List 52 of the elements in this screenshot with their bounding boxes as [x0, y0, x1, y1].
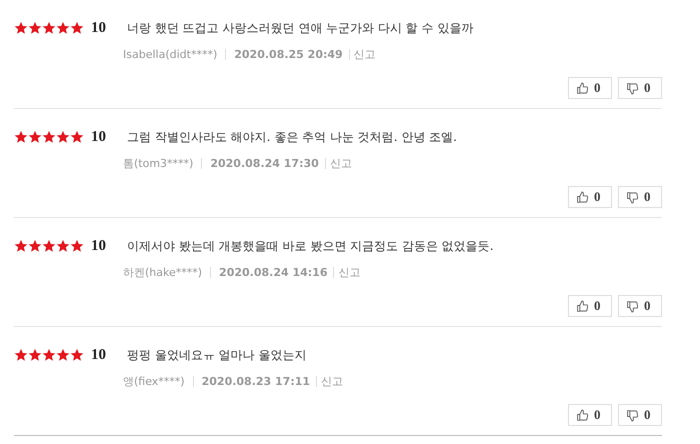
review-date: 2020.08.24 14:16: [219, 266, 328, 278]
review-text: 너랑 했던 뜨겁고 사랑스러웠던 연애 누군가와 다시 할 수 있을까: [127, 20, 474, 36]
author-name: 톰(tom3****): [123, 156, 194, 170]
star-icon: [70, 130, 84, 144]
review-text: 그럼 작별인사라도 해야지. 좋은 추억 나눈 것처럼. 안녕 조엘.: [127, 128, 457, 146]
star-icon: [42, 21, 56, 35]
star-icon: [28, 130, 42, 144]
thumbs-up-icon: [576, 190, 589, 204]
review-date: 2020.08.25 20:49: [234, 48, 343, 60]
star-icon: [42, 348, 56, 362]
star-icon: [70, 21, 84, 35]
dislike-button[interactable]: 0: [618, 295, 662, 317]
star-icon: [70, 348, 84, 362]
star-icon: [28, 348, 42, 362]
like-button[interactable]: 0: [568, 186, 612, 208]
thumbs-up-icon: [576, 408, 589, 422]
star-icon: [14, 21, 28, 35]
like-button[interactable]: 0: [568, 77, 612, 99]
review-text: 이제서야 봤는데 개봉했을때 바로 봤으면 지금정도 감동은 없었을듯.: [127, 238, 494, 254]
like-button[interactable]: 0: [568, 404, 612, 426]
dislike-button[interactable]: 0: [618, 404, 662, 426]
rating-score: 10: [91, 128, 107, 146]
star-icon: [28, 21, 42, 35]
star-icon: [70, 239, 84, 253]
star-icon: [56, 348, 70, 362]
thumbs-up-icon: [576, 300, 589, 312]
review-date: 2020.08.24 17:30: [210, 156, 319, 170]
dislike-button[interactable]: 0: [618, 186, 662, 208]
star-icon: [56, 21, 70, 35]
star-icon: [56, 130, 70, 144]
review-date: 2020.08.23 17:11: [202, 374, 310, 388]
star-icon: [14, 239, 28, 253]
like-button[interactable]: 0: [568, 295, 612, 317]
star-icon: [56, 239, 70, 253]
thumbs-down-icon: [626, 82, 639, 94]
author-name: 하켄(hake****): [123, 264, 202, 280]
star-icon: [42, 130, 56, 144]
rating-score: 10: [91, 346, 107, 364]
rating-score: 10: [91, 20, 107, 36]
star-icon: [28, 239, 42, 253]
review-text: 펑펑 울었네요ㅠ 얼마나 울었는지: [127, 346, 306, 364]
thumbs-down-icon: [626, 408, 639, 422]
rating-score: 10: [91, 238, 107, 254]
star-icon: [14, 348, 28, 362]
star-icon: [14, 130, 28, 144]
thumbs-down-icon: [626, 190, 639, 204]
author-name: 앵(fiex****): [123, 374, 185, 388]
author-name: Isabella(didt****): [123, 48, 218, 60]
dislike-button[interactable]: 0: [618, 77, 662, 99]
thumbs-up-icon: [576, 82, 589, 94]
thumbs-down-icon: [626, 300, 639, 312]
star-icon: [42, 239, 56, 253]
